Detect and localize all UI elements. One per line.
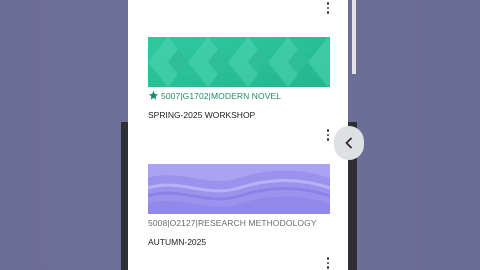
- chevron-left-icon: [345, 137, 352, 149]
- more-vert-icon[interactable]: [323, 256, 333, 270]
- banner-pattern: [148, 37, 330, 87]
- course-code: 5008|O2127|RESEARCH METHODOLOGY: [148, 218, 317, 228]
- collapse-button[interactable]: [334, 126, 364, 160]
- course-banner-2[interactable]: [148, 164, 330, 214]
- more-vert-icon[interactable]: [323, 1, 333, 15]
- course-banner-1[interactable]: [148, 37, 330, 87]
- course-code-line-2[interactable]: 5008|O2127|RESEARCH METHODOLOGY: [148, 218, 317, 228]
- scrollbar[interactable]: [352, 0, 356, 74]
- screen: 5007|G1702|MODERN NOVEL SPRING-2025 WORK…: [0, 0, 480, 270]
- banner-pattern: [148, 164, 330, 214]
- course-code-line-1[interactable]: 5007|G1702|MODERN NOVEL: [148, 90, 281, 101]
- star-icon[interactable]: [148, 90, 159, 101]
- course-term: SPRING-2025 WORKSHOP: [148, 110, 256, 120]
- course-term: AUTUMN-2025: [148, 237, 207, 247]
- more-vert-icon[interactable]: [323, 128, 333, 142]
- course-code: 5007|G1702|MODERN NOVEL: [161, 91, 282, 101]
